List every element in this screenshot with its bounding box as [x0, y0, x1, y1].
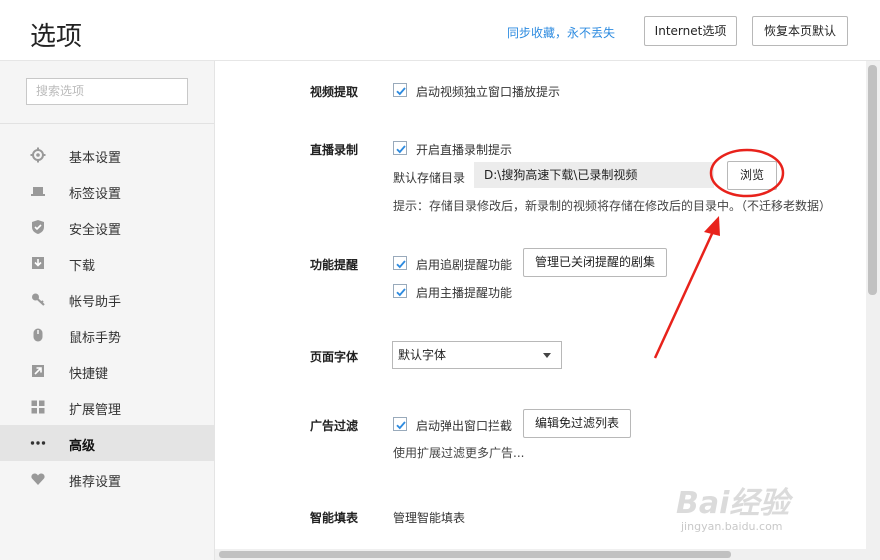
heart-icon — [30, 471, 46, 487]
live-record-label: 开启直播录制提示 — [416, 143, 513, 157]
sidebar-item-label: 鼠标手势 — [69, 331, 122, 346]
live-record-heading: 直播录制 — [310, 143, 359, 157]
popup-block-checkbox[interactable] — [393, 417, 407, 431]
manage-autofill-link[interactable]: 管理智能填表 — [393, 509, 465, 526]
font-select-value: 默认字体 — [398, 348, 447, 362]
search-input[interactable]: 搜索选项 — [26, 78, 188, 105]
storage-dir-hint: 提示：存储目录修改后，新录制的视频将存储在修改后的目录中。（不迁移老数据） — [393, 199, 832, 213]
watermark-logo: Bai经验 — [676, 486, 790, 521]
reminder-heading: 功能提醒 — [310, 258, 359, 272]
header: 选项 同步收藏，永不丢失 Internet选项 恢复本页默认 — [0, 0, 880, 61]
sidebar-item-shortcuts[interactable]: 快捷键 — [0, 353, 214, 389]
grid-icon — [30, 399, 46, 415]
sidebar-item-label: 标签设置 — [69, 187, 122, 202]
edit-whitelist-button[interactable]: 编辑免过滤列表 — [523, 409, 631, 438]
video-popup-checkbox[interactable] — [393, 83, 407, 97]
sidebar-item-security[interactable]: 安全设置 — [0, 209, 214, 245]
key-icon — [30, 291, 46, 307]
sidebar-item-mouse-gesture[interactable]: 鼠标手势 — [0, 317, 214, 353]
sidebar-item-label: 基本设置 — [69, 151, 122, 166]
sidebar-item-advanced[interactable]: 高级 — [0, 425, 214, 461]
sidebar-item-label: 推荐设置 — [69, 475, 122, 490]
adblock-heading: 广告过滤 — [310, 419, 359, 433]
sidebar-item-basic[interactable]: 基本设置 — [0, 137, 214, 173]
horizontal-scroll-thumb[interactable] — [219, 551, 731, 558]
popup-block-label: 启动弹出窗口拦截 — [416, 419, 513, 433]
sidebar-item-label: 快捷键 — [69, 367, 109, 382]
sidebar-item-tabs[interactable]: 标签设置 — [0, 173, 214, 209]
vertical-scroll-thumb[interactable] — [868, 65, 877, 295]
video-extract-heading: 视频提取 — [310, 85, 359, 99]
sidebar-divider — [0, 123, 214, 124]
drama-reminder-label: 启用追剧提醒功能 — [416, 258, 513, 272]
horizontal-scrollbar[interactable] — [215, 549, 866, 560]
download-icon — [30, 255, 46, 271]
mouse-icon — [30, 327, 46, 343]
laptop-icon — [30, 183, 46, 199]
sidebar-item-extensions[interactable]: 扩展管理 — [0, 389, 214, 425]
browse-button[interactable]: 浏览 — [727, 161, 777, 190]
autofill-heading: 智能填表 — [310, 511, 359, 525]
restore-default-button[interactable]: 恢复本页默认 — [752, 16, 848, 46]
sidebar-item-recommended[interactable]: 推荐设置 — [0, 461, 214, 497]
adblock-extension-link[interactable]: 使用扩展过滤更多广告... — [393, 444, 524, 461]
page-font-heading: 页面字体 — [310, 350, 359, 364]
gear-icon — [30, 147, 46, 163]
streamer-reminder-checkbox[interactable] — [393, 284, 407, 298]
sidebar-item-download[interactable]: 下载 — [0, 245, 214, 281]
shield-icon — [30, 219, 46, 235]
sidebar-item-label: 安全设置 — [69, 223, 122, 238]
internet-options-button[interactable]: Internet选项 — [644, 16, 737, 46]
sidebar: 搜索选项 基本设置 标签设置 安全设置 下载 帐号助手 鼠标手势 快捷键 扩展管… — [0, 61, 215, 560]
sidebar-item-label: 下载 — [69, 259, 96, 274]
chevron-down-icon — [543, 353, 551, 358]
more-dots-icon — [30, 435, 46, 451]
drama-reminder-checkbox[interactable] — [393, 256, 407, 270]
storage-dir-label: 默认存储目录 — [393, 171, 466, 185]
video-popup-label: 启动视频独立窗口播放提示 — [416, 85, 561, 99]
settings-panel — [215, 61, 865, 550]
streamer-reminder-label: 启用主播提醒功能 — [416, 286, 513, 300]
shortcut-arrow-icon — [30, 363, 46, 379]
sidebar-item-label: 帐号助手 — [69, 295, 122, 310]
sync-favorites-link[interactable]: 同步收藏，永不丢失 — [507, 24, 615, 41]
vertical-scrollbar[interactable] — [866, 61, 880, 560]
watermark-url: jingyan.baidu.com — [681, 520, 783, 533]
sidebar-item-label: 扩展管理 — [69, 403, 122, 418]
manage-closed-reminders-button[interactable]: 管理已关闭提醒的剧集 — [523, 248, 667, 277]
storage-dir-field[interactable]: D:\搜狗高速下载\已录制视频 — [474, 162, 714, 188]
font-select[interactable]: 默认字体 — [392, 341, 562, 369]
live-record-checkbox[interactable] — [393, 141, 407, 155]
sidebar-item-account[interactable]: 帐号助手 — [0, 281, 214, 317]
sidebar-item-label: 高级 — [69, 439, 96, 454]
page-title: 选项 — [30, 22, 83, 52]
